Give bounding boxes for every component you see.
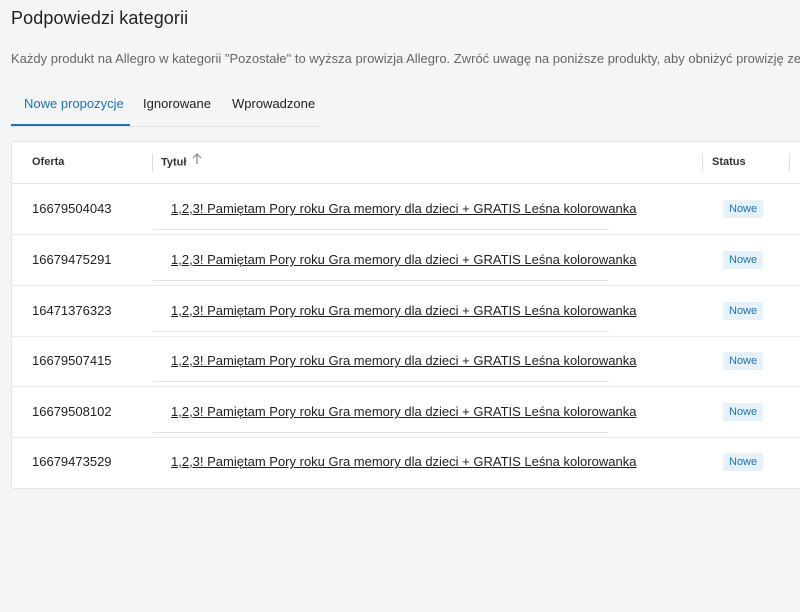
table-row: 16679507415 1,2,3! Pamiętam Pory roku Gr… — [12, 336, 800, 387]
offer-id: 16679473529 — [32, 454, 112, 469]
page-description: Każdy produkt na Allegro w kategorii "Po… — [11, 51, 800, 66]
offers-table: Oferta Tytuł Status 16679504043 1,2,3! P… — [11, 141, 800, 489]
column-header-title[interactable]: Tytuł — [161, 142, 202, 183]
table-header: Oferta Tytuł Status — [12, 142, 800, 184]
table-row: 16679504043 1,2,3! Pamiętam Pory roku Gr… — [12, 184, 800, 235]
status-badge: Nowe — [723, 453, 764, 471]
column-divider — [702, 154, 703, 172]
offer-id: 16679507415 — [32, 353, 112, 368]
tab-wprowadzone[interactable]: Wprowadzone — [232, 90, 315, 125]
offer-id: 16679508102 — [32, 404, 112, 419]
offer-id: 16679504043 — [32, 201, 112, 216]
title-divider — [153, 280, 609, 281]
table-row: 16679475291 1,2,3! Pamiętam Pory roku Gr… — [12, 235, 800, 286]
title-divider — [153, 432, 609, 433]
title-divider — [153, 229, 609, 230]
status-badge: Nowe — [723, 200, 764, 218]
title-divider — [153, 381, 609, 382]
offer-id: 16679475291 — [32, 252, 112, 267]
table-row: 16679508102 1,2,3! Pamiętam Pory roku Gr… — [12, 387, 800, 438]
column-divider — [789, 154, 790, 172]
page-title: Podpowiedzi kategorii — [11, 8, 189, 28]
offer-id: 16471376323 — [32, 303, 112, 318]
table-row: 16471376323 1,2,3! Pamiętam Pory roku Gr… — [12, 286, 800, 337]
tab-ignorowane[interactable]: Ignorowane — [143, 90, 211, 125]
tab-bar: Nowe propozycje Ignorowane Wprowadzone — [11, 90, 320, 127]
status-badge: Nowe — [723, 403, 764, 421]
title-divider — [153, 331, 609, 332]
column-divider — [152, 154, 153, 172]
offer-title-link[interactable]: 1,2,3! Pamiętam Pory roku Gra memory dla… — [171, 437, 636, 487]
column-header-status: Status — [712, 156, 746, 168]
status-badge: Nowe — [723, 251, 764, 269]
offer-title-link[interactable]: 1,2,3! Pamiętam Pory roku Gra memory dla… — [171, 387, 636, 437]
active-tab-indicator — [11, 124, 130, 126]
offer-title-link[interactable]: 1,2,3! Pamiętam Pory roku Gra memory dla… — [171, 235, 636, 285]
offer-title-link[interactable]: 1,2,3! Pamiętam Pory roku Gra memory dla… — [171, 286, 636, 336]
offer-title-link[interactable]: 1,2,3! Pamiętam Pory roku Gra memory dla… — [171, 336, 636, 386]
status-badge: Nowe — [723, 352, 764, 370]
tab-nowe-propozycje[interactable]: Nowe propozycje — [24, 90, 124, 125]
offer-title-link[interactable]: 1,2,3! Pamiętam Pory roku Gra memory dla… — [171, 184, 636, 234]
table-row: 16679473529 1,2,3! Pamiętam Pory roku Gr… — [12, 437, 800, 487]
column-header-offer: Oferta — [32, 156, 65, 168]
status-badge: Nowe — [723, 302, 764, 320]
arrow-up-icon[interactable] — [192, 142, 202, 183]
